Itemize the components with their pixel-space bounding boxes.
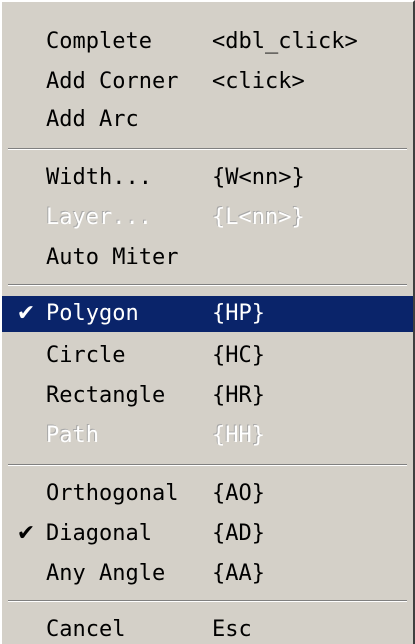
context-menu: Complete <dbl_click> Add Corner <click> … [0, 0, 415, 644]
menu-item-cancel[interactable]: Cancel Esc [2, 612, 413, 644]
menu-item-add-arc[interactable]: Add Arc [2, 102, 413, 138]
checkmark-icon: ✔ [16, 521, 36, 546]
menu-item-polygon[interactable]: ✔ Polygon {HP} [2, 296, 413, 332]
menu-item-shortcut: {HC} [212, 343, 265, 368]
menu-item-circle[interactable]: Circle {HC} [2, 338, 413, 374]
menu-item-shortcut: <click> [212, 69, 305, 94]
menu-separator [8, 464, 407, 466]
menu-item-auto-miter[interactable]: Auto Miter [2, 240, 413, 276]
menu-item-shortcut: {HH} [212, 423, 265, 448]
menu-separator [8, 284, 407, 286]
checkmark-icon: ✔ [16, 301, 36, 326]
menu-item-label: Rectangle [46, 383, 166, 408]
menu-item-path: Path {HH} [2, 418, 413, 454]
menu-item-label: Any Angle [46, 561, 166, 586]
menu-item-diagonal[interactable]: ✔ Diagonal {AD} [2, 516, 413, 552]
menu-item-shortcut: {AA} [212, 561, 265, 586]
menu-item-layer: Layer... {L<nn>} [2, 200, 413, 236]
menu-item-label: Add Corner [46, 69, 179, 94]
menu-item-label: Path [46, 423, 99, 448]
menu-item-label: Circle [46, 343, 126, 368]
menu-item-label: Orthogonal [46, 481, 179, 506]
menu-item-width[interactable]: Width... {W<nn>} [2, 160, 413, 196]
menu-item-label: Add Arc [46, 107, 139, 132]
menu-item-label: Complete [46, 29, 152, 54]
menu-item-shortcut: {L<nn>} [212, 205, 305, 230]
menu-item-label: Layer... [46, 205, 152, 230]
menu-separator [8, 148, 407, 150]
menu-item-shortcut: <dbl_click> [212, 29, 358, 54]
menu-item-shortcut: {HP} [212, 301, 265, 326]
menu-item-complete[interactable]: Complete <dbl_click> [2, 24, 413, 60]
menu-item-add-corner[interactable]: Add Corner <click> [2, 64, 413, 100]
menu-item-label: Width... [46, 165, 152, 190]
menu-item-label: Polygon [46, 301, 139, 326]
menu-item-shortcut: {W<nn>} [212, 165, 305, 190]
menu-separator [8, 600, 407, 602]
menu-item-label: Auto Miter [46, 245, 179, 270]
menu-item-label: Cancel [46, 617, 126, 642]
menu-item-shortcut: Esc [212, 617, 252, 642]
menu-item-shortcut: {HR} [212, 383, 265, 408]
menu-item-label: Diagonal [46, 521, 152, 546]
menu-item-orthogonal[interactable]: Orthogonal {AO} [2, 476, 413, 512]
menu-item-shortcut: {AD} [212, 521, 265, 546]
menu-item-any-angle[interactable]: Any Angle {AA} [2, 556, 413, 592]
menu-item-rectangle[interactable]: Rectangle {HR} [2, 378, 413, 414]
menu-item-shortcut: {AO} [212, 481, 265, 506]
